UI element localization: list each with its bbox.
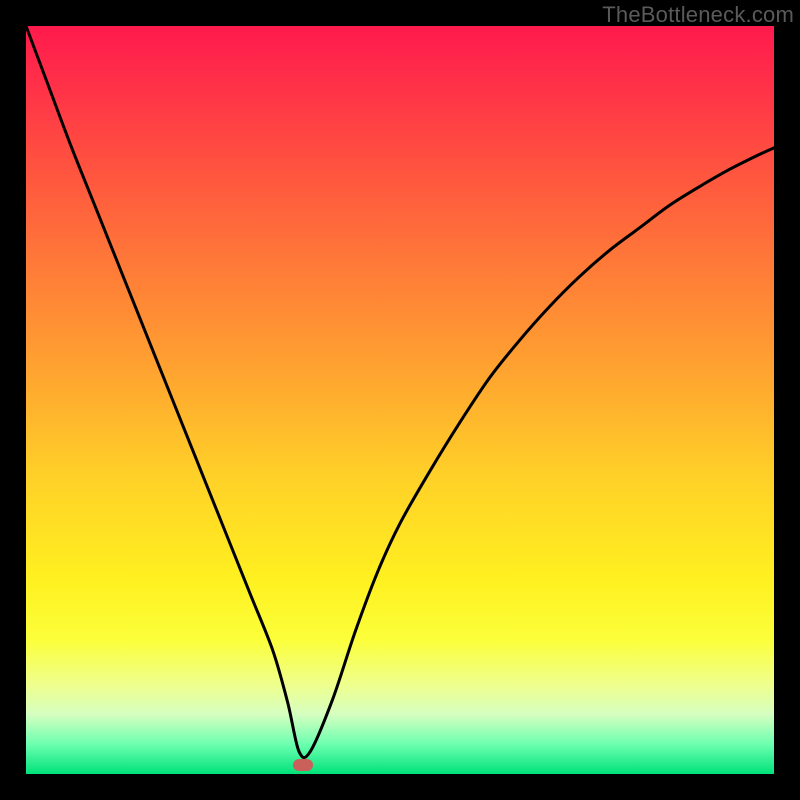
optimal-point-marker [293, 759, 313, 771]
bottleneck-curve-path [26, 26, 774, 758]
chart-curve-svg [26, 26, 774, 774]
chart-plot-area [26, 26, 774, 774]
watermark-text: TheBottleneck.com [602, 2, 794, 28]
